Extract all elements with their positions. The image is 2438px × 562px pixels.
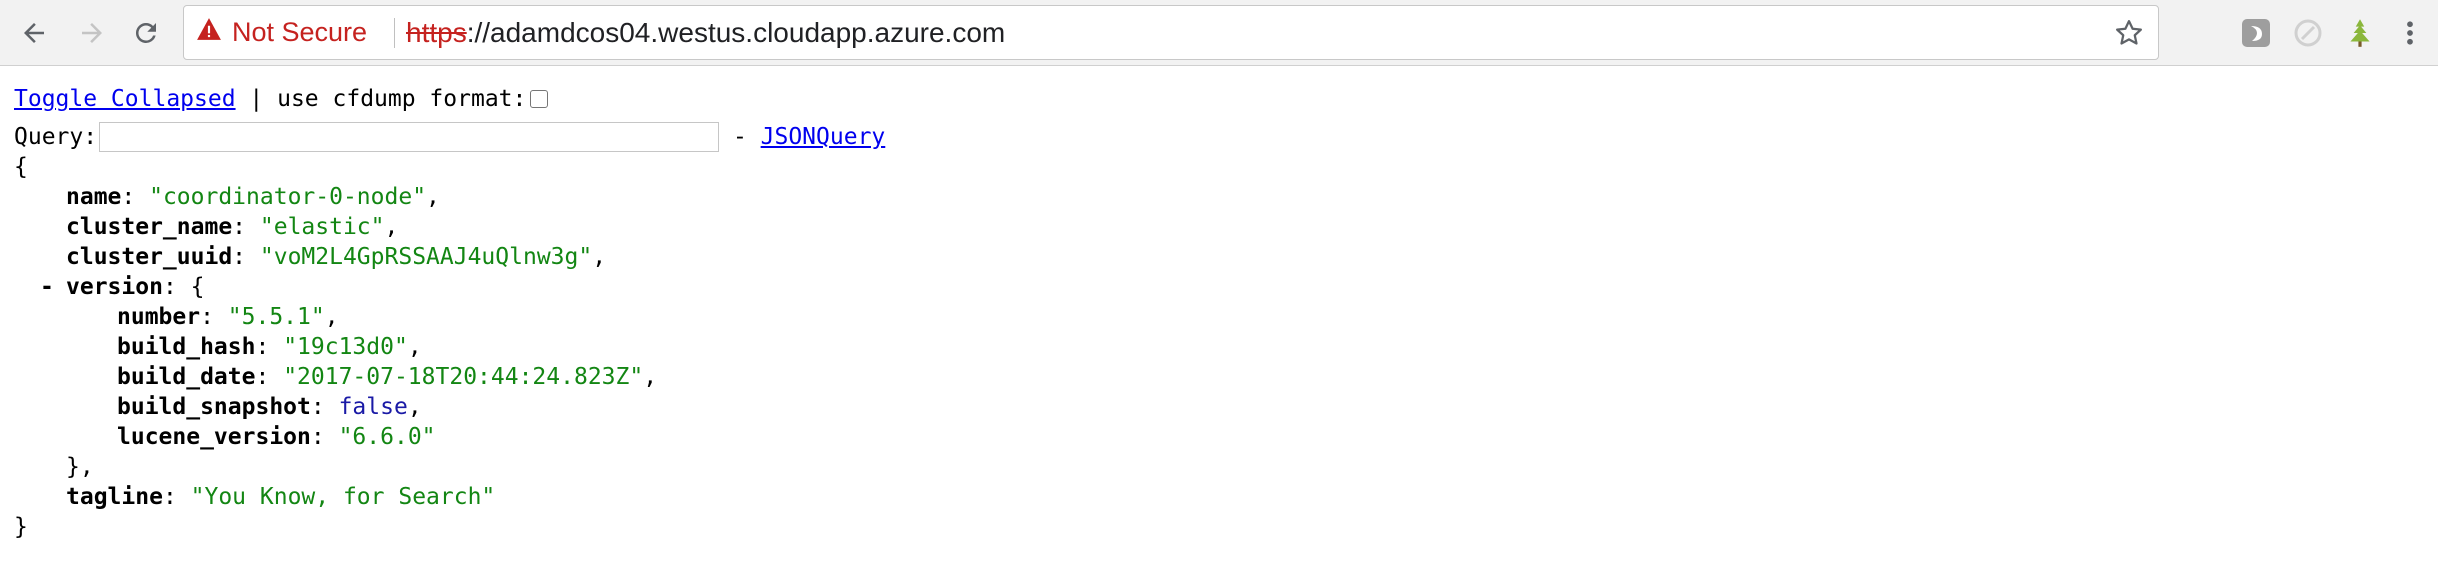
collapse-toggle[interactable]: - <box>40 272 54 302</box>
json-property-build-snapshot: build_snapshot: false, <box>117 394 422 420</box>
jsonquery-link[interactable]: JSONQuery <box>761 122 886 152</box>
extension-button-2[interactable] <box>2290 15 2326 51</box>
address-bar[interactable]: Not Secure https://adamdcos04.westus.clo… <box>183 5 2159 60</box>
query-dash: - <box>719 124 761 150</box>
cfdump-label: use cfdump format: <box>277 86 527 112</box>
json-string-value: "6.6.0" <box>338 424 436 450</box>
extension-icon <box>2242 19 2270 47</box>
json-string-value: "coordinator-0-node" <box>149 184 427 210</box>
json-key: build_hash <box>117 334 256 360</box>
json-key: build_date <box>117 364 256 390</box>
json-string-value: "5.5.1" <box>227 304 325 330</box>
json-property-cluster-uuid: cluster_uuid: "voM2L4GpRSSAAJ4uQlnw3g", <box>66 244 607 270</box>
url-scheme: https <box>406 16 467 48</box>
reload-button[interactable] <box>126 13 166 53</box>
cfdump-checkbox[interactable] <box>530 90 549 108</box>
json-key: number <box>117 304 201 330</box>
arrow-right-icon <box>82 23 102 43</box>
json-property-build-hash: build_hash: "19c13d0", <box>117 334 422 360</box>
star-icon <box>2116 20 2142 45</box>
json-open-brace: { <box>14 154 28 180</box>
warning-triangle-icon <box>196 17 222 48</box>
json-key: cluster_uuid <box>66 244 233 270</box>
json-object-close: }, <box>66 454 94 480</box>
extension-icon <box>2294 19 2322 47</box>
browser-toolbar: Not Secure https://adamdcos04.westus.clo… <box>0 0 2438 66</box>
json-property-build-date: build_date: "2017-07-18T20:44:24.823Z", <box>117 364 658 390</box>
json-close-brace: } <box>14 514 28 540</box>
json-key: cluster_name <box>66 214 233 240</box>
query-input[interactable] <box>99 122 720 152</box>
json-key: version <box>66 274 163 300</box>
security-label: Not Secure <box>232 17 368 47</box>
json-string-value: "19c13d0" <box>283 334 408 360</box>
json-string-value: "elastic" <box>259 214 385 240</box>
json-property-version: - version: { <box>40 272 205 302</box>
url-text[interactable]: https://adamdcos04.westus.cloudapp.azure… <box>406 6 1005 59</box>
json-property-lucene-version: lucene_version: "6.6.0" <box>117 424 436 450</box>
json-key: tagline <box>66 484 163 510</box>
query-row: Query: - JSONQuery <box>14 122 885 152</box>
json-boolean-value: false <box>338 394 408 420</box>
json-string-value: "voM2L4GpRSSAAJ4uQlnw3g" <box>259 244 593 270</box>
json-key: build_snapshot <box>117 394 311 420</box>
json-property-cluster-name: cluster_name: "elastic", <box>66 214 399 240</box>
bookmark-button[interactable] <box>2112 16 2146 50</box>
extension-button-1[interactable] <box>2238 15 2274 51</box>
kebab-menu-icon <box>2407 21 2413 45</box>
query-label: Query: <box>14 124 98 150</box>
json-string-value: "2017-07-18T20:44:24.823Z" <box>283 364 644 390</box>
json-string-value: "You Know, for Search" <box>190 484 496 510</box>
json-property-tagline: tagline: "You Know, for Search" <box>66 484 496 510</box>
tree-extension-icon <box>2350 19 2370 47</box>
json-key: lucene_version <box>117 424 311 450</box>
extension-button-3[interactable] <box>2342 15 2378 51</box>
json-property-name: name: "coordinator-0-node", <box>66 184 440 210</box>
forward-button[interactable] <box>72 13 112 53</box>
viewer-controls: Toggle Collapsed | use cfdump format: <box>14 84 885 114</box>
back-button[interactable] <box>14 13 54 53</box>
omnibox-divider <box>394 18 395 48</box>
toggle-collapsed-link[interactable]: Toggle Collapsed <box>14 84 236 114</box>
json-key: name <box>66 184 122 210</box>
json-property-number: number: "5.5.1", <box>117 304 339 330</box>
json-object-open: { <box>190 274 205 300</box>
url-host: ://adamdcos04.westus.cloudapp.azure.com <box>466 16 1006 48</box>
reload-icon <box>135 22 156 43</box>
json-viewer: Toggle Collapsed | use cfdump format: Qu… <box>14 84 885 542</box>
security-indicator[interactable]: Not Secure <box>196 6 367 59</box>
browser-menu-button[interactable] <box>2392 15 2428 51</box>
arrow-left-icon <box>24 23 44 43</box>
controls-separator: | <box>235 86 278 112</box>
